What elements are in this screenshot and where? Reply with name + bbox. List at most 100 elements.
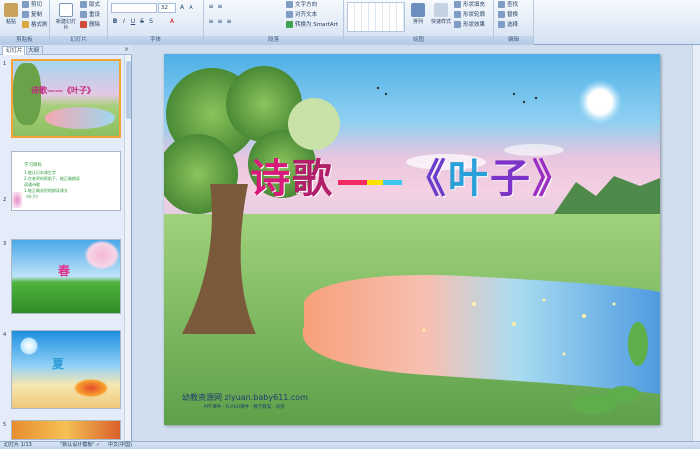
slide-workspace: 诗歌 《叶子》 幼教资源网 ziyuan.baby611.com PPT课件 · … xyxy=(133,45,700,441)
slide-thumbnail-1[interactable]: 诗歌——《叶子》 xyxy=(11,59,121,138)
drawing-group: 排列 快速样式 形状填充 形状轮廓 形状效果 绘图 xyxy=(344,0,494,45)
underline-icon[interactable]: U xyxy=(129,18,137,26)
ribbon: 粘贴 剪切 复制 格式刷 剪贴板 新建幻灯片 版式 重设 删除 幻灯片 32 A… xyxy=(0,0,700,45)
check-icon: ✓ xyxy=(96,442,101,448)
drawing-group-label: 绘图 xyxy=(344,36,493,45)
thumb-sun xyxy=(20,337,38,355)
thumb-number: 5 xyxy=(3,422,7,428)
align-left-icon[interactable]: ≡ xyxy=(207,18,215,26)
close-icon[interactable]: × xyxy=(124,46,129,53)
font-group: 32 A A B I U S S A 字体 xyxy=(108,0,204,45)
delete-icon xyxy=(80,21,87,28)
layout-button[interactable]: 版式 xyxy=(80,1,100,10)
title-char: 》 xyxy=(532,155,574,202)
thumb-number: 3 xyxy=(3,241,7,247)
fill-icon xyxy=(454,1,461,8)
brush-icon xyxy=(22,21,29,28)
slide-canvas[interactable]: 诗歌 《叶子》 幼教资源网 ziyuan.baby611.com PPT课件 · … xyxy=(164,54,660,425)
pane-scrollbar[interactable] xyxy=(124,55,131,441)
find-button[interactable]: 查找 xyxy=(498,1,518,10)
watermark: 幼教资源网 ziyuan.baby611.com xyxy=(182,393,308,402)
reset-button[interactable]: 重设 xyxy=(80,11,100,20)
pane-scroll-thumb[interactable] xyxy=(126,61,131,119)
shape-effects-button[interactable]: 形状效果 xyxy=(454,21,485,30)
search-icon xyxy=(498,1,505,8)
replace-icon xyxy=(498,11,505,18)
select-icon xyxy=(498,21,505,28)
smartart-button[interactable]: 转换为 SmartArt xyxy=(286,21,338,30)
slide-counter: 幻灯片 1/13 xyxy=(4,442,32,448)
theme-name: "默认设计模板" xyxy=(60,442,95,448)
sun xyxy=(578,80,622,124)
grow-font-icon[interactable]: A xyxy=(178,4,186,12)
format-painter-button[interactable]: 格式刷 xyxy=(22,21,48,30)
font-size-field[interactable]: 32 xyxy=(158,3,176,13)
paste-button[interactable]: 粘贴 xyxy=(2,3,20,35)
font-color-icon[interactable]: A xyxy=(168,18,176,26)
layout-icon xyxy=(80,1,87,8)
workspace-scrollbar[interactable] xyxy=(692,45,700,441)
tab-slides[interactable]: 幻灯片 xyxy=(2,46,27,55)
clipboard-group-label: 剪贴板 xyxy=(0,36,49,45)
thumb-title: 诗歌——《叶子》 xyxy=(31,86,95,95)
thumb-number: 2 xyxy=(3,197,7,203)
smartart-icon xyxy=(286,21,293,28)
new-slide-button[interactable]: 新建幻灯片 xyxy=(54,3,78,35)
slide-thumbnail-4[interactable]: 夏 xyxy=(11,330,121,409)
cut-button[interactable]: 剪切 xyxy=(22,1,42,10)
delete-slide-button[interactable]: 删除 xyxy=(80,21,100,30)
shape-fill-button[interactable]: 形状填充 xyxy=(454,1,485,10)
slide-title[interactable]: 诗歌 《叶子》 xyxy=(250,146,574,204)
thumb-lake xyxy=(45,107,115,129)
paste-icon xyxy=(4,3,18,17)
slide-thumbnail-2[interactable]: 学习目标 1.能认识本课生字 2.在老师的帮助下，能正确朗读 读通诗歌 3.能正… xyxy=(11,151,121,211)
title-char: 歌 xyxy=(292,155,334,202)
slides-group: 新建幻灯片 版式 重设 删除 幻灯片 xyxy=(50,0,108,45)
copy-button[interactable]: 复制 xyxy=(22,11,42,20)
watermark-subtitle: PPT课件 · FLASH课件 · 教学教案 · 试卷 xyxy=(204,405,285,410)
thumb-line: 《叶子》 xyxy=(24,194,40,199)
tab-outline[interactable]: 大纲 xyxy=(24,46,44,55)
align-text-button[interactable]: 对齐文本 xyxy=(286,11,317,20)
font-name-field[interactable] xyxy=(111,3,157,13)
replace-button[interactable]: 替换 xyxy=(498,11,518,20)
thumb-flower xyxy=(12,192,22,208)
editing-group: 查找 替换 选择 编辑 xyxy=(494,0,534,45)
bold-icon[interactable]: B xyxy=(111,18,119,26)
thumb-blossom xyxy=(84,240,120,270)
outline-icon xyxy=(454,11,461,18)
title-char: 子 xyxy=(490,155,532,202)
select-button[interactable]: 选择 xyxy=(498,21,518,30)
shapes-gallery[interactable] xyxy=(347,2,405,32)
reset-icon xyxy=(80,11,87,18)
thumb-title: 夏 xyxy=(52,357,65,371)
thumb-number: 4 xyxy=(3,332,7,338)
title-char: 《 xyxy=(406,155,448,202)
slides-pane: 幻灯片 大纲 × 1 诗歌——《叶子》 2 学习目标 1.能认识本课生字 2.在… xyxy=(0,45,132,441)
numbering-icon[interactable]: ≡ xyxy=(216,3,224,11)
paragraph-group: ≡ ≡ ≡ ≡ ≡ 文字方向 对齐文本 转换为 SmartArt 段落 xyxy=(204,0,344,45)
quick-styles-icon xyxy=(434,3,448,17)
slide-thumbnail-3[interactable]: 春 xyxy=(11,239,121,314)
title-char: 叶 xyxy=(448,155,490,202)
align-right-icon[interactable]: ≡ xyxy=(225,18,233,26)
title-char: 诗 xyxy=(250,155,292,202)
pane-tabs: 幻灯片 大纲 × xyxy=(0,45,132,55)
shape-outline-button[interactable]: 形状轮廓 xyxy=(454,11,485,20)
paragraph-group-label: 段落 xyxy=(204,36,343,45)
bullets-icon[interactable]: ≡ xyxy=(207,3,215,11)
strikethrough-icon[interactable]: S xyxy=(138,18,146,26)
italic-icon[interactable]: I xyxy=(120,18,128,26)
title-dash xyxy=(338,179,402,185)
thumb-title: 春 xyxy=(58,264,71,278)
shrink-font-icon[interactable]: A xyxy=(187,4,195,12)
align-center-icon[interactable]: ≡ xyxy=(216,18,224,26)
slides-group-label: 幻灯片 xyxy=(50,36,107,45)
slide-thumbnail-5[interactable] xyxy=(11,420,121,440)
new-slide-icon xyxy=(59,3,73,17)
text-direction-button[interactable]: 文字方向 xyxy=(286,1,317,10)
font-group-label: 字体 xyxy=(108,36,203,45)
shadow-icon[interactable]: S xyxy=(147,18,155,26)
arrange-button[interactable]: 排列 xyxy=(408,3,428,35)
quick-styles-button[interactable]: 快速样式 xyxy=(430,3,452,35)
